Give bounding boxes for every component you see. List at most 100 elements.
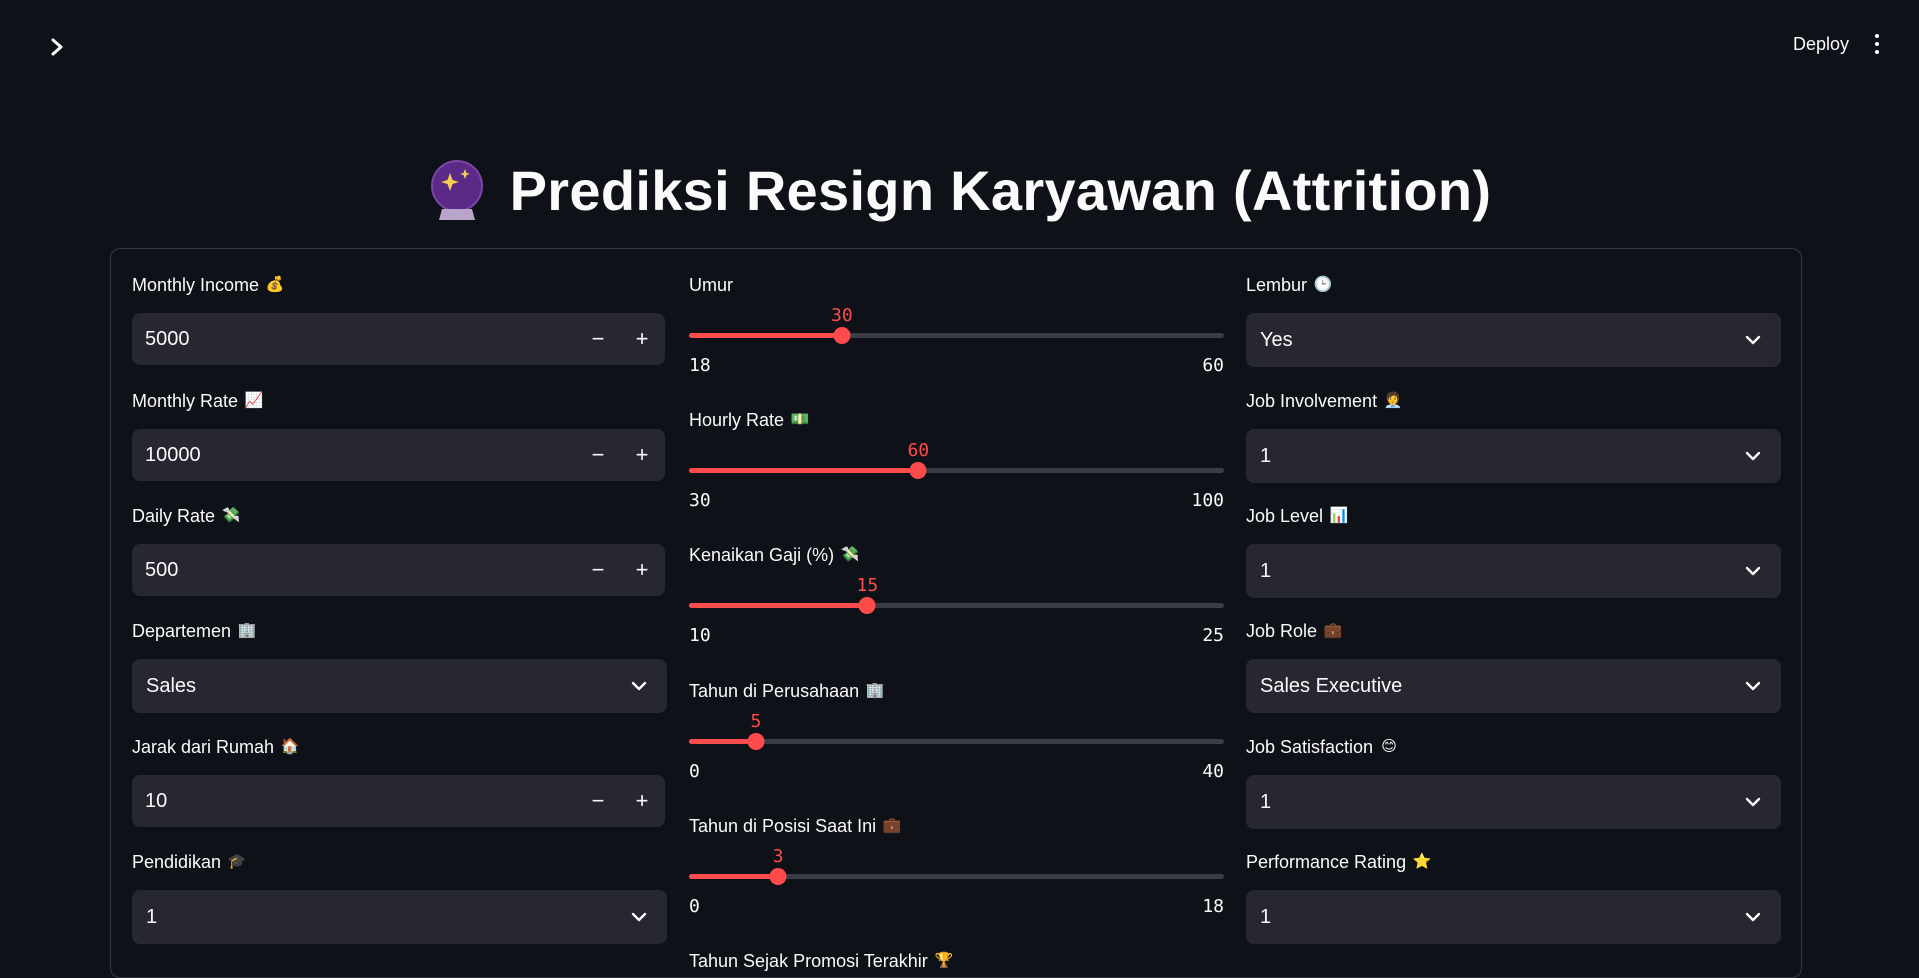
house-icon: 🏠 <box>280 738 300 755</box>
umur-slider[interactable]: 30 18 60 <box>689 299 1224 376</box>
decrement-button[interactable]: − <box>578 430 618 480</box>
tahun-perusahaan-label: Tahun di Perusahaan <box>689 681 860 701</box>
chevron-down-icon <box>1745 335 1761 345</box>
slider-track[interactable] <box>689 327 1224 344</box>
job-involvement-value: 1 <box>1260 445 1272 467</box>
umur-label-row: Umur <box>689 271 1224 299</box>
jarak-value[interactable]: 10 <box>145 776 167 826</box>
job-involvement-label: Job Involvement <box>1246 391 1378 411</box>
jarak-field: Jarak dari Rumah 🏠 10 − + <box>132 733 667 827</box>
lembur-field: Lembur 🕒 Yes <box>1246 271 1781 367</box>
job-level-value: 1 <box>1260 560 1272 582</box>
deploy-button[interactable]: Deploy <box>1793 28 1849 60</box>
money-wings-icon: 💸 <box>840 546 860 563</box>
performance-rating-label-row: Performance Rating ⭐ <box>1246 848 1781 876</box>
slider-track[interactable] <box>689 597 1224 614</box>
job-role-label: Job Role <box>1246 621 1318 641</box>
chevron-down-icon <box>631 681 647 691</box>
hourly-rate-slider[interactable]: 60 30 100 <box>689 434 1224 511</box>
chevron-down-icon <box>1745 912 1761 922</box>
monthly-rate-input[interactable]: 10000 − + <box>132 429 665 481</box>
monthly-rate-value[interactable]: 10000 <box>145 430 201 480</box>
hourly-rate-slider-field: Hourly Rate 💵 60 30 100 <box>689 406 1224 511</box>
office-building-icon: 🏢 <box>865 682 885 699</box>
hourly-rate-label: Hourly Rate <box>689 410 785 430</box>
slider-max: 60 <box>1202 355 1224 376</box>
slider-thumb[interactable] <box>769 868 787 885</box>
slider-thumb[interactable] <box>747 733 765 750</box>
chevron-right-icon[interactable] <box>44 34 70 60</box>
slider-value: 5 <box>750 711 762 732</box>
slider-fill <box>689 333 842 338</box>
tahun-perusahaan-slider[interactable]: 5 0 40 <box>689 705 1224 782</box>
trophy-icon: 🏆 <box>934 952 954 969</box>
daily-rate-label-row: Daily Rate 💸 <box>132 502 667 530</box>
increment-button[interactable]: + <box>622 776 662 826</box>
umur-label: Umur <box>689 275 733 295</box>
slider-track[interactable] <box>689 462 1224 479</box>
kenaikan-gaji-slider[interactable]: 15 10 25 <box>689 569 1224 646</box>
tahun-posisi-slider[interactable]: 3 0 18 <box>689 840 1224 917</box>
increment-button[interactable]: + <box>622 430 662 480</box>
job-role-select[interactable]: Sales Executive <box>1246 659 1781 713</box>
pendidikan-select[interactable]: 1 <box>132 890 667 944</box>
slider-max: 18 <box>1202 896 1224 917</box>
chart-increasing-icon: 📈 <box>244 392 264 409</box>
departemen-select[interactable]: Sales <box>132 659 667 713</box>
daily-rate-input[interactable]: 500 − + <box>132 544 665 596</box>
monthly-income-input[interactable]: 5000 − + <box>132 313 665 365</box>
decrement-button[interactable]: − <box>578 314 618 364</box>
hourly-rate-label-row: Hourly Rate 💵 <box>689 406 1224 434</box>
slider-thumb[interactable] <box>909 462 927 479</box>
job-level-label: Job Level <box>1246 506 1324 526</box>
monthly-rate-field: Monthly Rate 📈 10000 − + <box>132 387 667 481</box>
lembur-select[interactable]: Yes <box>1246 313 1781 367</box>
monthly-income-label: Monthly Income <box>132 275 260 295</box>
star-icon: ⭐ <box>1412 853 1432 870</box>
job-role-field: Job Role 💼 Sales Executive <box>1246 617 1781 713</box>
monthly-income-value[interactable]: 5000 <box>145 314 190 364</box>
chevron-down-icon <box>1745 451 1761 461</box>
job-level-select[interactable]: 1 <box>1246 544 1781 598</box>
lembur-label: Lembur <box>1246 275 1308 295</box>
job-involvement-label-row: Job Involvement 🧑‍💼 <box>1246 387 1781 415</box>
job-involvement-field: Job Involvement 🧑‍💼 1 <box>1246 387 1781 483</box>
tahun-promosi-label: Tahun Sejak Promosi Terakhir <box>689 951 928 971</box>
job-level-field: Job Level 📊 1 <box>1246 502 1781 598</box>
smiling-face-icon: 😊 <box>1381 738 1397 755</box>
slider-fill <box>689 739 756 744</box>
vertical-dots-icon[interactable] <box>1867 30 1887 58</box>
decrement-button[interactable]: − <box>578 776 618 826</box>
dollar-banknote-icon: 💵 <box>790 411 810 428</box>
performance-rating-select[interactable]: 1 <box>1246 890 1781 944</box>
performance-rating-label: Performance Rating <box>1246 852 1407 872</box>
chevron-down-icon <box>1745 681 1761 691</box>
jarak-input[interactable]: 10 − + <box>132 775 665 827</box>
job-satisfaction-select[interactable]: 1 <box>1246 775 1781 829</box>
slider-min: 18 <box>689 355 711 376</box>
slider-max: 40 <box>1202 761 1224 782</box>
decrement-button[interactable]: − <box>578 545 618 595</box>
daily-rate-label: Daily Rate <box>132 506 216 526</box>
increment-button[interactable]: + <box>622 314 662 364</box>
job-involvement-select[interactable]: 1 <box>1246 429 1781 483</box>
job-satisfaction-value: 1 <box>1260 791 1272 813</box>
slider-fill <box>689 468 919 473</box>
slider-thumb[interactable] <box>833 327 851 344</box>
crystal-ball-icon <box>428 159 486 221</box>
job-role-value: Sales Executive <box>1260 675 1403 697</box>
briefcase-icon: 💼 <box>882 817 902 834</box>
form-container: Monthly Income 💰 5000 − + Monthly Rate 📈… <box>110 248 1802 978</box>
job-role-label-row: Job Role 💼 <box>1246 617 1781 645</box>
increment-button[interactable]: + <box>622 545 662 595</box>
slider-track[interactable] <box>689 733 1224 750</box>
slider-track[interactable] <box>689 868 1224 885</box>
tahun-posisi-label: Tahun di Posisi Saat Ini <box>689 816 877 836</box>
daily-rate-value[interactable]: 500 <box>145 545 178 595</box>
tahun-perusahaan-slider-field: Tahun di Perusahaan 🏢 5 0 40 <box>689 677 1224 782</box>
tahun-posisi-label-row: Tahun di Posisi Saat Ini 💼 <box>689 812 1224 840</box>
slider-thumb[interactable] <box>858 597 876 614</box>
top-bar: Deploy <box>0 0 1919 90</box>
performance-rating-value: 1 <box>1260 906 1272 928</box>
chevron-down-icon <box>1745 797 1761 807</box>
